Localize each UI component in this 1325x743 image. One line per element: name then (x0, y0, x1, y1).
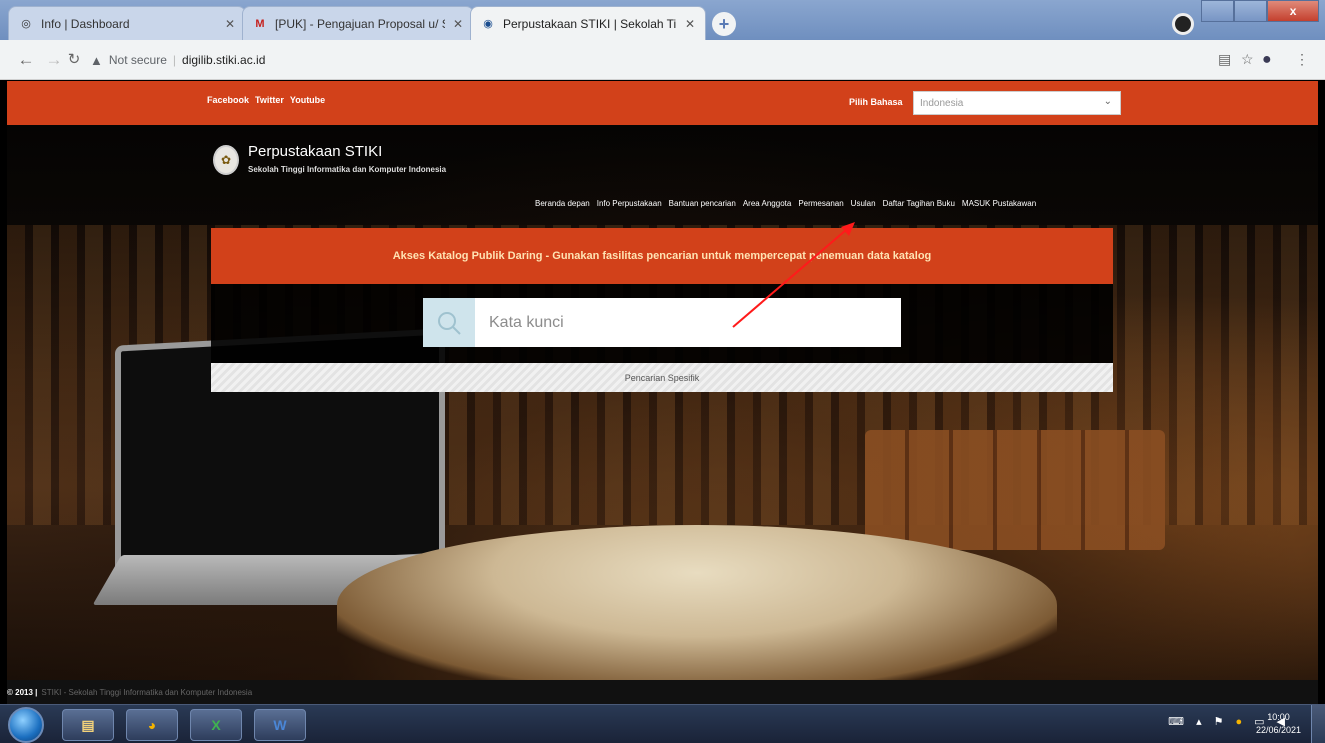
back-arrow-icon[interactable]: ← (16, 50, 36, 70)
chrome-tray-icon[interactable]: ● (1235, 716, 1242, 728)
close-tab-icon[interactable]: ✕ (453, 17, 463, 31)
file-explorer-icon[interactable]: ▤ (62, 709, 114, 741)
tab-title: Perpustakaan STIKI | Sekolah Tin (503, 16, 677, 31)
excel-icon[interactable]: X (190, 709, 242, 741)
forward-arrow-icon[interactable]: → (44, 50, 64, 70)
site-footer: © 2013 | STIKI - Sekolah Tinggi Informat… (7, 680, 1318, 704)
footer-text: STIKI - Sekolah Tinggi Informatika dan K… (41, 687, 253, 697)
youtube-link[interactable]: Youtube (290, 95, 325, 105)
search-bar (423, 298, 901, 347)
warning-icon: ▲ (90, 52, 103, 68)
nav-daftar-tagihan-buku[interactable]: Daftar Tagihan Buku (883, 199, 955, 208)
close-tab-icon[interactable]: ✕ (225, 17, 235, 31)
site-title[interactable]: Perpustakaan STIKI (248, 143, 382, 160)
hero-section: ✿ Perpustakaan STIKI Sekolah Tinggi Info… (7, 125, 1318, 680)
tab-puk-proposal[interactable]: M [PUK] - Pengajuan Proposal u/ S ✕ (242, 6, 474, 40)
profile-icon[interactable] (1172, 13, 1194, 35)
chrome-icon[interactable]: ◕ (126, 709, 178, 741)
flag-icon[interactable]: ⚑ (1214, 715, 1224, 728)
word-icon[interactable]: W (254, 709, 306, 741)
menu-dots-icon[interactable]: ⋮ (1295, 51, 1309, 68)
search-input[interactable] (475, 298, 901, 347)
footer-year: © 2013 | (7, 687, 38, 697)
keyboard-icon[interactable]: ⌨ (1168, 715, 1184, 728)
globe-icon: ◎ (21, 18, 31, 30)
star-icon[interactable]: ☆ (1241, 51, 1254, 68)
url-text: digilib.stiki.ac.id (182, 53, 266, 67)
translate-icon[interactable]: ▤ (1218, 51, 1231, 68)
nav-area-anggota[interactable]: Area Anggota (743, 199, 791, 208)
nav-beranda[interactable]: Beranda depan (535, 199, 590, 208)
taskbar-clock[interactable]: 10:00 22/06/2021 (1256, 711, 1301, 737)
twitter-link[interactable]: Twitter (255, 95, 284, 105)
extension-icon[interactable]: ● (1262, 51, 1272, 69)
show-desktop-button[interactable] (1311, 705, 1325, 743)
catalog-banner: Akses Katalog Publik Daring - Gunakan fa… (211, 228, 1113, 284)
new-tab-button[interactable]: + (712, 12, 736, 36)
tab-perpustakaan-stiki[interactable]: ◉ Perpustakaan STIKI | Sekolah Tin ✕ (470, 6, 706, 40)
clock-date: 22/06/2021 (1255, 725, 1301, 735)
start-button-icon[interactable] (8, 707, 44, 743)
site-subtitle: Sekolah Tinggi Informatika dan Komputer … (248, 165, 447, 174)
minimize-button[interactable] (1201, 0, 1235, 22)
main-navigation: Beranda depan Info Perpustakaan Bantuan … (535, 199, 1036, 208)
clock-time: 10:00 (1267, 712, 1290, 722)
open-book-illustration (337, 525, 1057, 680)
search-icon[interactable] (423, 298, 475, 347)
reload-icon[interactable]: ↻ (64, 50, 84, 68)
specific-search-link[interactable]: Pencarian Spesifik (211, 363, 1113, 392)
address-bar[interactable]: ▲ Not secure | digilib.stiki.ac.id (86, 46, 1166, 74)
close-tab-icon[interactable]: ✕ (685, 17, 695, 31)
gmail-icon: M (255, 17, 265, 30)
site-top-bar: Facebook Twitter Youtube Pilih Bahasa In… (7, 81, 1318, 125)
security-label: Not secure (108, 53, 167, 67)
browser-tab-strip: ◎ Info | Dashboard ✕ M [PUK] - Pengajuan… (0, 0, 1325, 40)
tab-title: Info | Dashboard (41, 16, 130, 31)
tab-info-dashboard[interactable]: ◎ Info | Dashboard ✕ (8, 6, 246, 40)
close-window-button[interactable]: x (1267, 0, 1319, 22)
stiki-logo-icon[interactable]: ✿ (213, 145, 239, 175)
library-icon: ◉ (483, 18, 493, 30)
maximize-button[interactable] (1234, 0, 1268, 22)
browser-toolbar: ← → ↻ ▲ Not secure | digilib.stiki.ac.id… (0, 40, 1325, 80)
language-select[interactable]: Indonesia ⌄ (913, 91, 1121, 115)
old-books-illustration (865, 430, 1165, 550)
chevron-down-icon: ⌄ (1103, 96, 1112, 107)
nav-masuk-pustakawan[interactable]: MASUK Pustakawan (962, 199, 1036, 208)
nav-info-perpustakaan[interactable]: Info Perpustakaan (597, 199, 662, 208)
nav-permesanan[interactable]: Permesanan (798, 199, 843, 208)
language-value: Indonesia (920, 97, 964, 109)
search-panel (211, 284, 1113, 363)
tray-expand-icon[interactable]: ▴ (1196, 715, 1202, 728)
divider: | (172, 53, 177, 67)
windows-taskbar: ▤ ◕ X W ⌨ ▴ ⚑ ● ▭ ◀ 10:00 22/06/2021 (0, 704, 1325, 743)
social-links: Facebook Twitter Youtube (207, 95, 325, 105)
nav-usulan[interactable]: Usulan (851, 199, 876, 208)
nav-bantuan-pencarian[interactable]: Bantuan pencarian (669, 199, 736, 208)
facebook-link[interactable]: Facebook (207, 95, 249, 105)
tab-title: [PUK] - Pengajuan Proposal u/ S (275, 16, 445, 31)
window-controls: x (1201, 0, 1319, 22)
language-label: Pilih Bahasa (849, 97, 903, 107)
